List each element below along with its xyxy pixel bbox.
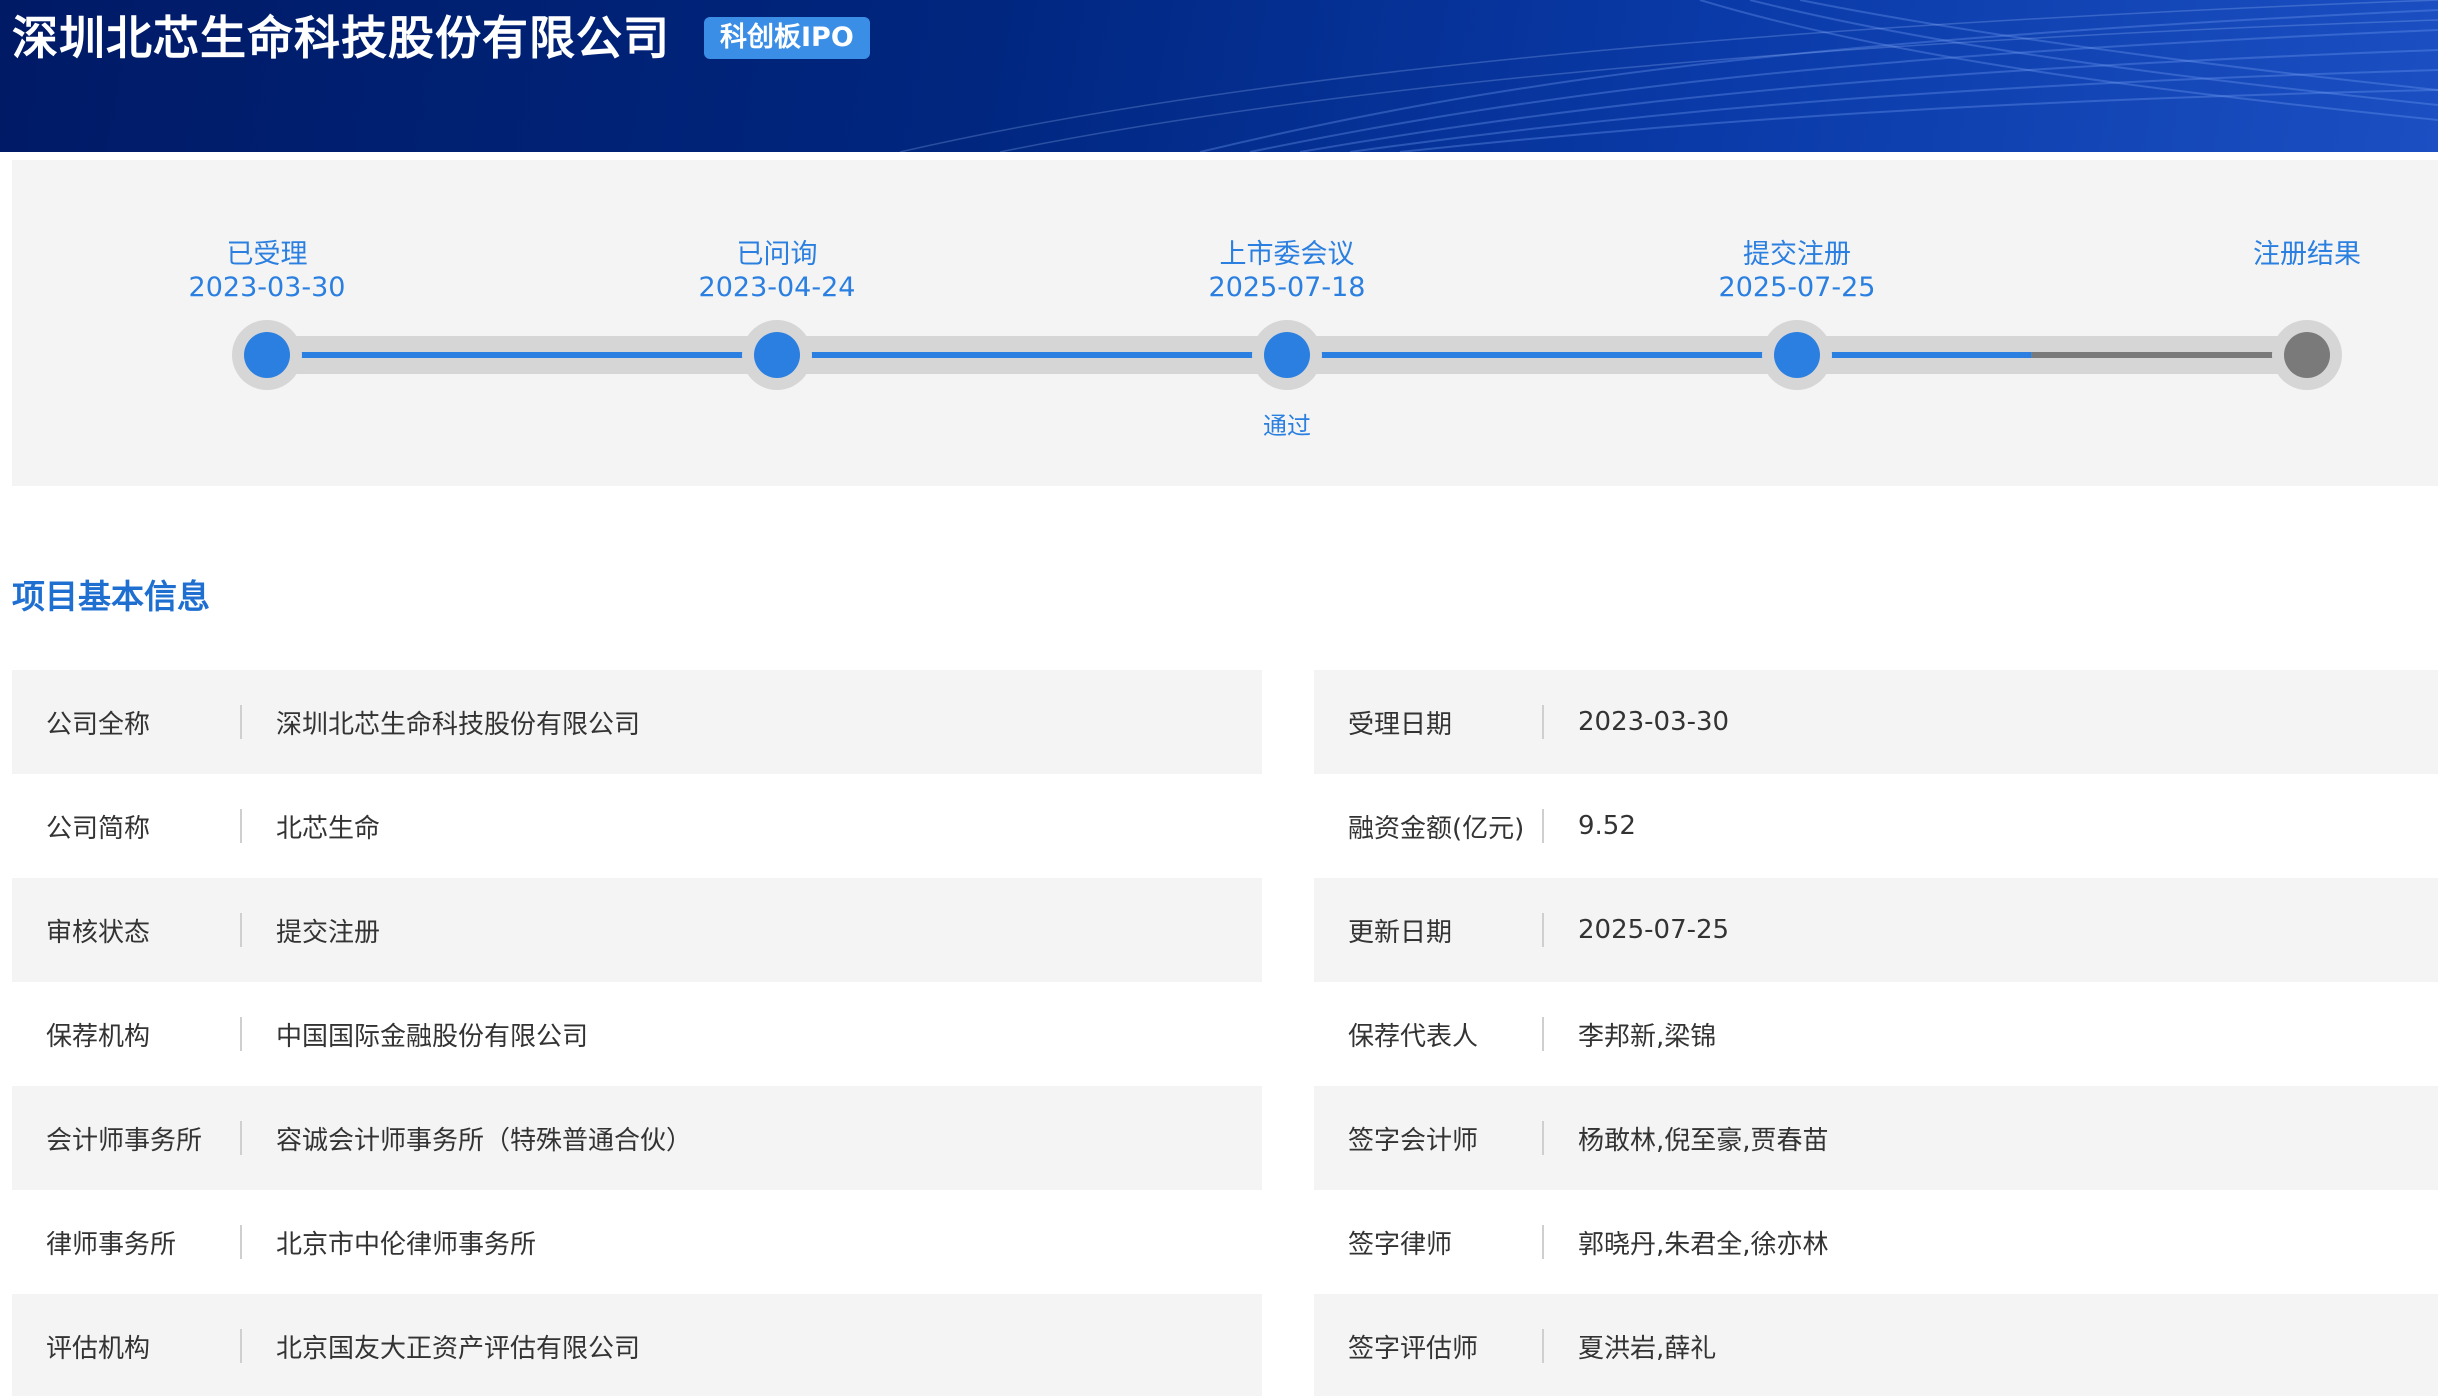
table-row: 保荐机构 中国国际金融股份有限公司 保荐代表人 李邦新,梁锦 bbox=[12, 982, 2438, 1086]
step-label: 上市委会议 bbox=[1219, 239, 1355, 270]
progress-timeline: 已受理 2023-03-30 已问询 2023-04-24 上市委会议 2025… bbox=[12, 160, 2438, 486]
timeline-step-submitted: 提交注册 2025-07-25 bbox=[1667, 238, 1927, 304]
step-label: 已受理 bbox=[226, 239, 308, 270]
field-value: 容诚会计师事务所（特殊普通合伙） bbox=[276, 1125, 693, 1156]
step-date: 2025-07-25 bbox=[1718, 272, 1876, 303]
info-cell: 受理日期 2023-03-30 bbox=[1314, 670, 2438, 774]
field-label: 更新日期 bbox=[1348, 917, 1453, 948]
info-cell: 会计师事务所 容诚会计师事务所（特殊普通合伙） bbox=[12, 1086, 1262, 1190]
field-value: 杨敢林,倪至豪,贾春苗 bbox=[1578, 1125, 1829, 1156]
field-value: 中国国际金融股份有限公司 bbox=[276, 1021, 589, 1052]
info-cell: 公司简称 北芯生命 bbox=[12, 774, 1262, 878]
timeline-node bbox=[2284, 332, 2330, 378]
info-cell: 保荐代表人 李邦新,梁锦 bbox=[1314, 982, 2438, 1086]
info-cell: 签字评估师 夏洪岩,薛礼 bbox=[1314, 1294, 2438, 1396]
section-title: 项目基本信息 bbox=[12, 577, 210, 616]
field-label: 融资金额(亿元) bbox=[1348, 813, 1525, 844]
step-date: 2023-04-24 bbox=[698, 272, 856, 303]
field-value: 2023-03-30 bbox=[1578, 707, 1730, 737]
info-cell: 更新日期 2025-07-25 bbox=[1314, 878, 2438, 982]
table-row: 会计师事务所 容诚会计师事务所（特殊普通合伙） 签字会计师 杨敢林,倪至豪,贾春… bbox=[12, 1086, 2438, 1190]
info-cell: 公司全称 深圳北芯生命科技股份有限公司 bbox=[12, 670, 1262, 774]
company-title: 深圳北芯生命科技股份有限公司 bbox=[12, 11, 670, 65]
project-info-table: 公司全称 深圳北芯生命科技股份有限公司 受理日期 2023-03-30 公司简称… bbox=[12, 670, 2438, 1396]
field-label: 评估机构 bbox=[46, 1333, 151, 1364]
board-badge: 科创板IPO bbox=[704, 17, 870, 59]
step-label: 提交注册 bbox=[1743, 239, 1851, 270]
field-value: 北京国友大正资产评估有限公司 bbox=[276, 1333, 641, 1364]
committee-result-note: 通过 bbox=[1263, 412, 1311, 440]
timeline-step-result: 注册结果 bbox=[2177, 238, 2437, 271]
field-value: 提交注册 bbox=[276, 917, 381, 948]
field-label: 保荐代表人 bbox=[1348, 1021, 1479, 1052]
timeline-node bbox=[1774, 332, 1820, 378]
info-cell: 签字律师 郭晓丹,朱君全,徐亦林 bbox=[1314, 1190, 2438, 1294]
info-cell: 签字会计师 杨敢林,倪至豪,贾春苗 bbox=[1314, 1086, 2438, 1190]
info-cell: 审核状态 提交注册 bbox=[12, 878, 1262, 982]
field-value: 2025-07-25 bbox=[1578, 915, 1730, 945]
table-row: 律师事务所 北京市中伦律师事务所 签字律师 郭晓丹,朱君全,徐亦林 bbox=[12, 1190, 2438, 1294]
step-date: 2025-07-18 bbox=[1208, 272, 1366, 303]
timeline-pending-bar bbox=[2031, 352, 2307, 358]
field-label: 会计师事务所 bbox=[46, 1125, 203, 1156]
table-row: 公司简称 北芯生命 融资金额(亿元) 9.52 bbox=[12, 774, 2438, 878]
timeline-step-accepted: 已受理 2023-03-30 bbox=[137, 238, 397, 304]
field-value: 北芯生命 bbox=[276, 813, 381, 844]
info-cell: 律师事务所 北京市中伦律师事务所 bbox=[12, 1190, 1262, 1294]
step-label: 已问询 bbox=[736, 239, 818, 270]
step-date: 2023-03-30 bbox=[188, 272, 346, 303]
info-cell: 融资金额(亿元) 9.52 bbox=[1314, 774, 2438, 878]
field-label: 签字会计师 bbox=[1348, 1125, 1479, 1156]
info-cell: 保荐机构 中国国际金融股份有限公司 bbox=[12, 982, 1262, 1086]
table-row: 公司全称 深圳北芯生命科技股份有限公司 受理日期 2023-03-30 bbox=[12, 670, 2438, 774]
table-row: 评估机构 北京国友大正资产评估有限公司 签字评估师 夏洪岩,薛礼 bbox=[12, 1294, 2438, 1396]
timeline-node bbox=[244, 332, 290, 378]
field-value: 夏洪岩,薛礼 bbox=[1578, 1333, 1717, 1364]
field-value: 深圳北芯生命科技股份有限公司 bbox=[276, 709, 641, 740]
timeline-node bbox=[754, 332, 800, 378]
field-label: 签字律师 bbox=[1348, 1229, 1453, 1260]
step-label: 注册结果 bbox=[2253, 239, 2361, 270]
field-value: 李邦新,梁锦 bbox=[1578, 1021, 1717, 1052]
timeline-step-inquired: 已问询 2023-04-24 bbox=[647, 238, 907, 304]
field-label: 审核状态 bbox=[46, 917, 151, 948]
field-value: 北京市中伦律师事务所 bbox=[276, 1229, 537, 1260]
field-value: 9.52 bbox=[1578, 811, 1636, 841]
table-row: 审核状态 提交注册 更新日期 2025-07-25 bbox=[12, 878, 2438, 982]
ipo-project-page: 深圳北芯生命科技股份有限公司 科创板IPO 已受理 2023-03-30 已问询… bbox=[0, 0, 2438, 1396]
field-label: 签字评估师 bbox=[1348, 1333, 1479, 1364]
info-cell: 评估机构 北京国友大正资产评估有限公司 bbox=[12, 1294, 1262, 1396]
timeline-step-committee: 上市委会议 2025-07-18 bbox=[1157, 238, 1417, 304]
field-value: 郭晓丹,朱君全,徐亦林 bbox=[1578, 1229, 1829, 1260]
field-label: 保荐机构 bbox=[46, 1021, 151, 1052]
field-label: 受理日期 bbox=[1348, 709, 1453, 740]
timeline-node bbox=[1264, 332, 1310, 378]
field-label: 公司全称 bbox=[46, 709, 151, 740]
header-banner: 深圳北芯生命科技股份有限公司 科创板IPO bbox=[0, 0, 2438, 152]
field-label: 律师事务所 bbox=[46, 1229, 177, 1260]
field-label: 公司简称 bbox=[46, 813, 151, 844]
